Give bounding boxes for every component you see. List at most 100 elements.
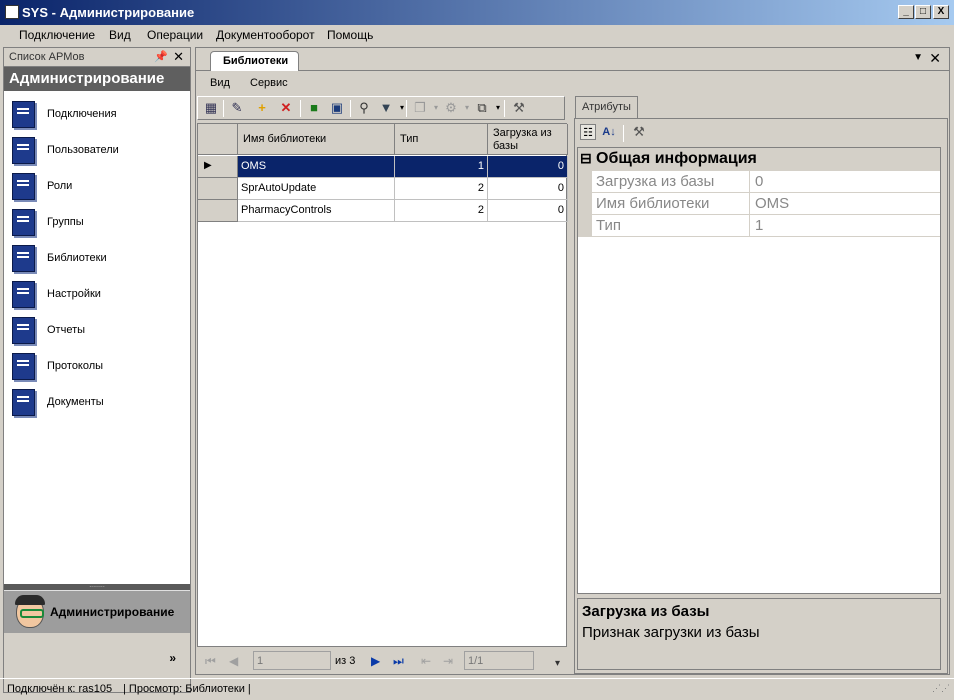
libraries-table: Имя библиотеки Тип Загрузка из базы ▶ OM… <box>197 123 568 647</box>
navigator-options-icon[interactable]: ▾ <box>555 658 560 669</box>
nav-item-settings[interactable]: Настройки <box>10 279 185 309</box>
column-header-name[interactable]: Имя библиотеки <box>238 124 395 155</box>
nav-item-protocols[interactable]: Протоколы <box>10 351 185 381</box>
menu-workflow[interactable]: Документооборот <box>216 28 315 42</box>
search-icon[interactable]: ⚲ <box>356 100 372 116</box>
column-header-type[interactable]: Тип <box>395 124 488 155</box>
nav-item-label: Подключения <box>47 108 117 120</box>
cell-type[interactable]: 1 <box>395 156 488 178</box>
book-icon <box>12 101 35 128</box>
collapse-icon[interactable]: ⊟ <box>580 150 592 167</box>
next-page-icon[interactable]: ⇥ <box>443 654 453 668</box>
add-icon[interactable]: + <box>254 100 270 116</box>
nav-item-libraries[interactable]: Библиотеки <box>10 243 185 273</box>
nav-item-label: Пользователи <box>47 144 119 156</box>
close-window-button[interactable]: X <box>933 5 949 19</box>
group-button-label: Администрирование <box>50 605 175 619</box>
panel-header-title: Список АРМов <box>9 51 85 63</box>
maximize-button[interactable]: □ <box>915 5 931 19</box>
property-row[interactable]: Имя библиотеки OMS <box>578 193 940 215</box>
prev-page-icon[interactable]: ⇤ <box>421 654 431 668</box>
property-value[interactable]: 0 <box>751 171 767 193</box>
nav-item-roles[interactable]: Роли <box>10 171 185 201</box>
table-row[interactable]: PharmacyControls 2 0 <box>198 200 568 222</box>
nav-item-users[interactable]: Пользователи <box>10 135 185 165</box>
cell-name[interactable]: SprAutoUpdate <box>238 178 395 200</box>
menu-help[interactable]: Помощь <box>327 28 373 42</box>
row-selector[interactable] <box>198 200 238 222</box>
first-record-icon[interactable]: ⏮ <box>205 654 216 669</box>
property-description: Загрузка из базы Признак загрузки из баз… <box>577 598 941 670</box>
prev-record-icon[interactable]: ◀ <box>229 654 238 668</box>
nav-item-reports[interactable]: Отчеты <box>10 315 185 345</box>
copy-icon[interactable]: ❐ <box>412 100 428 116</box>
tab-libraries[interactable]: Библиотеки <box>210 51 300 71</box>
cell-name[interactable]: OMS <box>238 156 395 178</box>
nav-item-label: Документы <box>47 396 104 408</box>
edit-icon[interactable]: ✎ <box>229 100 245 116</box>
cell-type[interactable]: 2 <box>395 178 488 200</box>
tab-attributes[interactable]: Атрибуты <box>575 96 638 118</box>
record-count-label: из 3 <box>335 655 356 667</box>
page-input[interactable]: 1/1 <box>464 651 534 670</box>
panel-group-title: Администрирование <box>4 67 190 91</box>
toolbar-separator <box>350 100 351 117</box>
table-row[interactable]: ▶ OMS 1 0 <box>198 156 568 178</box>
row-selector[interactable]: ▶ <box>198 156 238 178</box>
filter-icon[interactable]: ▼ <box>378 100 394 116</box>
sort-alpha-icon[interactable]: A↓ <box>601 124 617 140</box>
categorized-icon[interactable]: ☷ <box>580 124 596 140</box>
column-header-load[interactable]: Загрузка из базы <box>488 124 568 155</box>
record-position-input[interactable]: 1 <box>253 651 331 670</box>
property-value[interactable]: 1 <box>751 215 767 237</box>
menu-view[interactable]: Вид <box>109 28 131 42</box>
tools-icon[interactable]: ⚒ <box>631 124 647 140</box>
book-icon <box>12 353 35 380</box>
nav-item-label: Библиотеки <box>47 252 107 264</box>
minimize-button[interactable]: _ <box>898 5 914 19</box>
nav-item-groups[interactable]: Группы <box>10 207 185 237</box>
category-title: Общая информация <box>596 150 757 167</box>
dropdown-arrow-icon[interactable]: ▼ <box>913 52 923 63</box>
close-icon[interactable]: ✕ <box>929 50 941 67</box>
tools-icon[interactable]: ⚒ <box>511 100 527 116</box>
save-icon[interactable]: ■ <box>306 100 322 116</box>
windows-icon[interactable]: ⧉ <box>474 100 490 116</box>
row-selector[interactable] <box>198 178 238 200</box>
resize-grip-icon[interactable]: ⋰⋰ <box>932 683 950 694</box>
chevron-down-icon[interactable]: ▾ <box>394 100 410 116</box>
cell-name[interactable]: PharmacyControls <box>238 200 395 222</box>
cell-load[interactable]: 0 <box>488 200 568 222</box>
pin-icon[interactable]: 📌 <box>154 50 168 63</box>
cell-type[interactable]: 2 <box>395 200 488 222</box>
menu-connection[interactable]: Подключение <box>19 28 95 42</box>
group-button-administration[interactable]: Администрирование <box>4 590 190 633</box>
panel-header: Список АРМов 📌 ✕ <box>4 48 190 67</box>
doc-menu-service[interactable]: Сервис <box>250 77 288 89</box>
cell-load[interactable]: 0 <box>488 178 568 200</box>
close-icon[interactable]: ✕ <box>173 49 184 65</box>
book-icon <box>12 281 35 308</box>
property-category[interactable]: ⊟ Общая информация <box>578 148 940 171</box>
nav-item-connections[interactable]: Подключения <box>10 99 185 129</box>
delete-icon[interactable]: ✕ <box>278 100 294 116</box>
toolbar-separator <box>300 100 301 117</box>
doc-menu-view[interactable]: Вид <box>210 77 230 89</box>
nav-item-documents[interactable]: Документы <box>10 387 185 417</box>
property-row[interactable]: Тип 1 <box>578 215 940 237</box>
document-tabstrip: Библиотеки ▼ ✕ <box>196 48 949 71</box>
property-row[interactable]: Загрузка из базы 0 <box>578 171 940 193</box>
chevron-down-icon[interactable]: » <box>169 651 176 665</box>
next-record-icon[interactable]: ▶ <box>371 654 380 668</box>
last-record-icon[interactable]: ⏭ <box>393 654 404 669</box>
grid-settings-icon[interactable]: ▦ <box>203 100 219 116</box>
menu-operations[interactable]: Операции <box>147 28 203 42</box>
gear-icon[interactable]: ⚙ <box>443 100 459 116</box>
chevron-down-icon[interactable]: ▾ <box>459 100 475 116</box>
chevron-down-icon[interactable]: ▾ <box>428 100 444 116</box>
property-value[interactable]: OMS <box>751 193 793 215</box>
title-bar: SYS - Администрирование _ □ X <box>0 0 954 25</box>
save-all-icon[interactable]: ▣ <box>329 100 345 116</box>
table-row[interactable]: SprAutoUpdate 2 0 <box>198 178 568 200</box>
cell-load[interactable]: 0 <box>488 156 568 178</box>
